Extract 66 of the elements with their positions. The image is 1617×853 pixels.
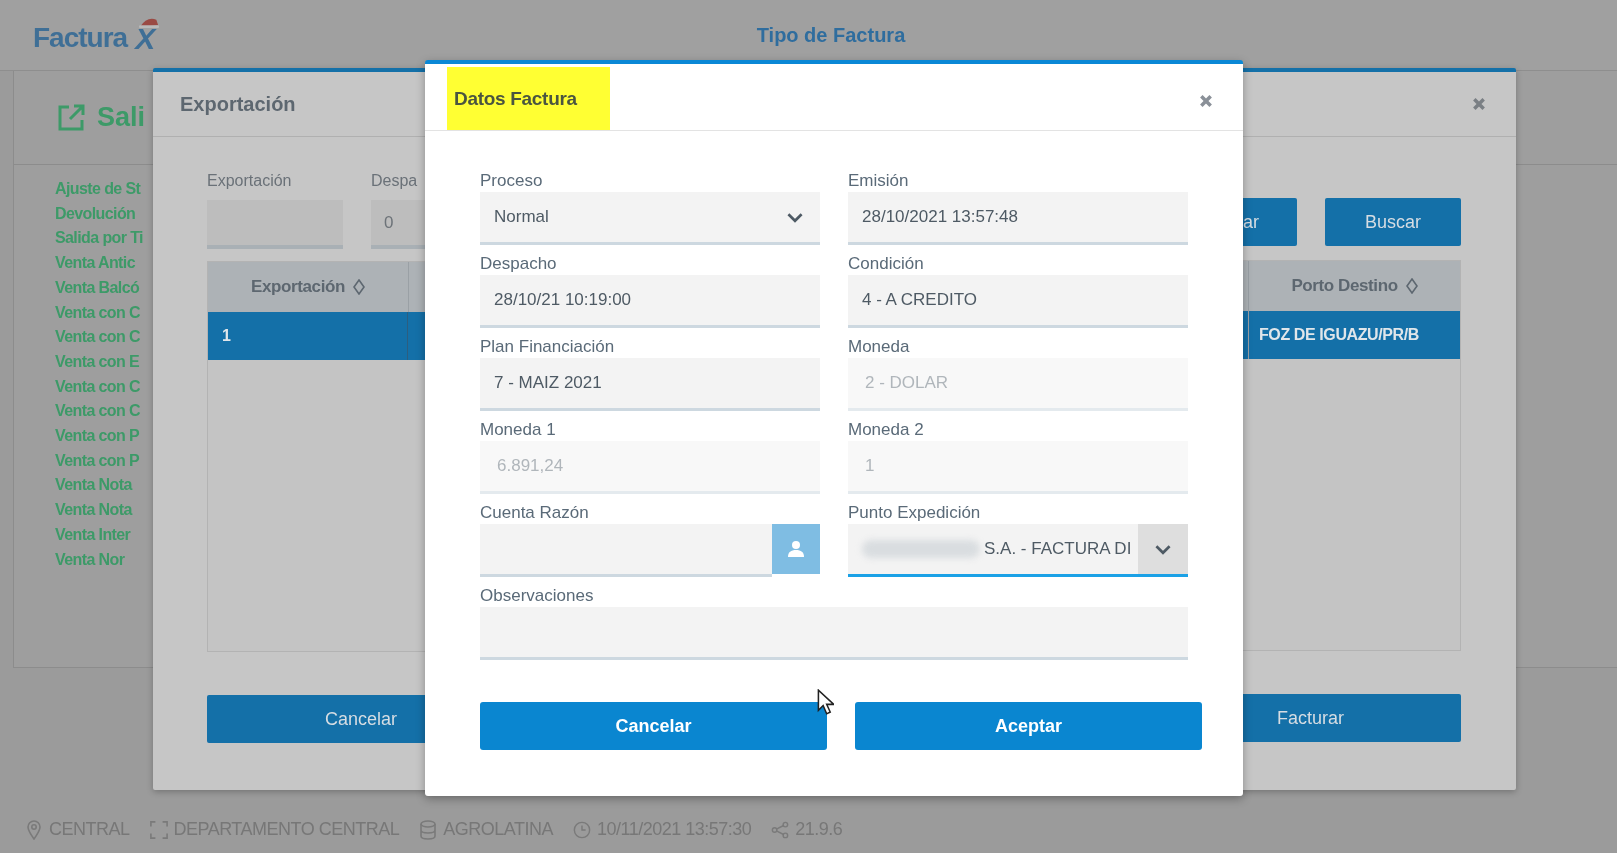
field-label: Plan Financiación — [480, 337, 616, 357]
invoice-type-link[interactable]: Venta Antic — [55, 251, 135, 276]
accept-button[interactable]: Aceptar — [855, 702, 1202, 750]
field-label: Observaciones — [480, 586, 595, 606]
panel-title: Sali — [97, 102, 146, 133]
field-label: Moneda 1 — [480, 420, 557, 440]
input-field[interactable]: 28/10/21 10:19:00 — [480, 275, 820, 328]
field-label: Proceso — [480, 171, 544, 191]
person-icon — [786, 539, 806, 559]
dialog-title: Exportación — [180, 92, 296, 116]
location-pin-icon — [25, 819, 43, 840]
invoice-type-link[interactable]: Venta Balcó — [55, 275, 140, 301]
invoice-type-link[interactable]: Venta Nota — [55, 498, 132, 523]
input-field[interactable]: 0 — [371, 200, 425, 249]
invoice-type-link[interactable]: Ajuste de St — [55, 177, 141, 202]
invoice-type-link[interactable]: Venta Inter — [55, 522, 131, 548]
search-button[interactable]: Buscar — [1325, 198, 1461, 246]
close-icon[interactable] — [1472, 97, 1486, 111]
field-label: Exportación — [207, 171, 293, 191]
field-label: Despacho — [480, 254, 558, 274]
field-label: Moneda — [848, 337, 911, 357]
invoice-type-link[interactable]: Venta con C — [55, 325, 140, 350]
dropdown[interactable]: S.A. - FACTURA DI — [848, 524, 1188, 577]
invoice-type-link[interactable]: Venta con P — [55, 448, 140, 474]
logo: Factura X — [33, 16, 165, 54]
field-label: Emisión — [848, 171, 910, 191]
sort-icon[interactable] — [1405, 278, 1418, 294]
text-area[interactable] — [480, 607, 1188, 660]
cancel-button[interactable]: Cancelar — [207, 695, 425, 743]
invoice-type-link[interactable]: Venta Nor — [55, 547, 125, 573]
input-field[interactable] — [480, 524, 772, 577]
invoice-type-link[interactable]: Venta con C — [55, 374, 140, 400]
invoice-button[interactable]: Facturar — [1243, 694, 1461, 742]
invoice-type-link[interactable]: Venta con E — [55, 349, 140, 375]
dropdown[interactable]: Normal — [480, 192, 820, 245]
input-field[interactable]: 28/10/2021 13:57:48 — [848, 192, 1188, 245]
field-label: Moneda 2 — [848, 420, 925, 440]
clock-icon — [572, 819, 591, 840]
field-label: Condición — [848, 254, 925, 274]
cursor-icon — [817, 689, 834, 715]
invoice-type-link[interactable]: Venta con P — [55, 424, 140, 449]
close-icon[interactable] — [1199, 94, 1213, 108]
input-field[interactable] — [207, 200, 343, 249]
input-field[interactable]: 4 - A CREDITO — [848, 275, 1188, 328]
person-button[interactable] — [772, 524, 820, 574]
table-row[interactable]: FOZ DE IGUAZU/PR/B — [1243, 311, 1460, 359]
field-label: Punto Expedición — [848, 503, 982, 523]
page-title: Tipo de Factura — [755, 23, 906, 47]
database-icon — [419, 819, 438, 840]
field-label: Despa — [371, 171, 419, 191]
dialog-title: Datos Factura — [447, 67, 610, 130]
invoice-type-link[interactable]: Venta Nota — [55, 473, 132, 499]
cancel-button[interactable]: Cancelar — [480, 702, 827, 750]
sort-icon[interactable] — [352, 279, 365, 295]
invoice-type-link[interactable]: Devolución — [55, 201, 136, 227]
share-icon — [771, 819, 790, 840]
invoice-type-link[interactable]: Salida por Ti — [55, 226, 143, 252]
chevron-down-icon — [786, 211, 804, 223]
input-field[interactable]: 7 - MAIZ 2021 — [480, 358, 820, 411]
frame-corners-icon — [149, 819, 168, 840]
invoice-type-link[interactable]: Venta con C — [55, 399, 140, 425]
chevron-down-icon — [1154, 543, 1172, 555]
field-label: Cuenta Razón — [480, 503, 590, 523]
clear-button[interactable]: ar — [1243, 198, 1297, 246]
table-cell-text: FOZ DE IGUAZU/PR/B — [1258, 325, 1419, 345]
invoice-type-link[interactable]: Venta con C — [55, 300, 140, 326]
